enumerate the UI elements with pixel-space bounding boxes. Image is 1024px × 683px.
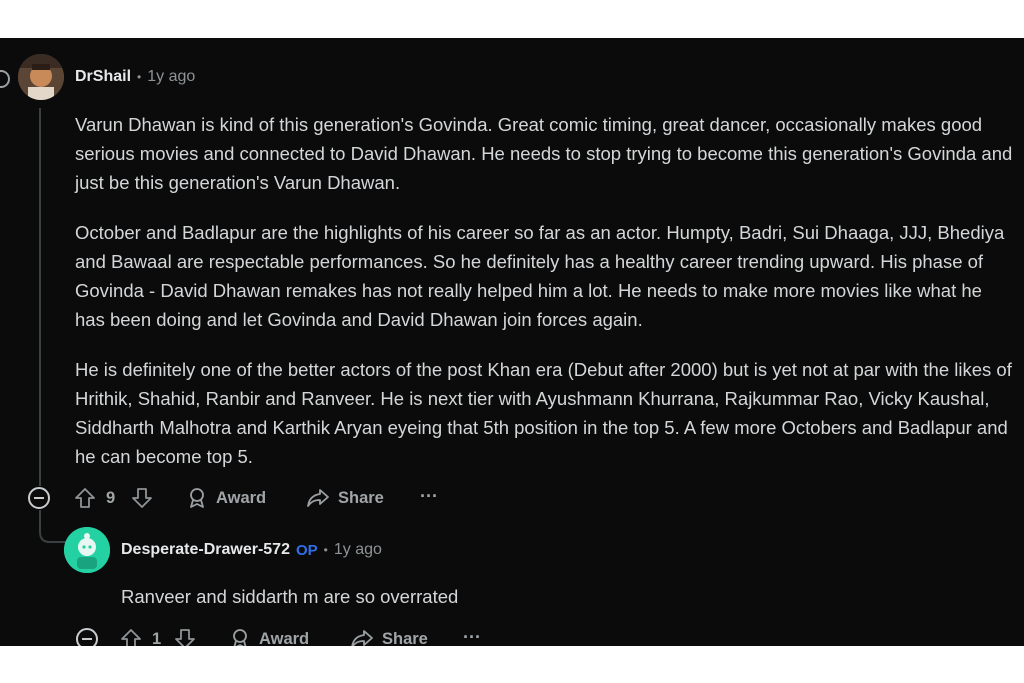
comment-paragraph: Varun Dhawan is kind of this generation'… <box>75 114 1013 193</box>
reply-more-options-button[interactable]: ··· <box>463 627 481 646</box>
comment-header: DrShail • 1y ago <box>75 68 195 86</box>
op-badge: OP <box>295 541 318 559</box>
upvote-icon <box>75 488 95 508</box>
collapse-icon <box>28 487 50 509</box>
comment-paragraph: He is definitely one of the better actor… <box>75 359 1012 467</box>
downvote-icon <box>175 629 195 646</box>
meta-separator: • <box>137 70 142 84</box>
reply-username[interactable]: Desperate-Drawer-572 <box>121 541 290 559</box>
award-icon <box>233 629 247 646</box>
username[interactable]: DrShail <box>75 68 131 86</box>
reply-text: Ranveer and siddarth m are so overrated <box>121 586 459 607</box>
downvote-icon <box>132 488 152 508</box>
award-label: Award <box>216 488 267 507</box>
thread-line[interactable] <box>39 108 41 486</box>
reply-upvote-button[interactable] <box>120 628 142 646</box>
reply-collapse-button[interactable] <box>75 627 99 646</box>
award-icon <box>190 488 204 508</box>
collapse-button[interactable] <box>27 486 51 510</box>
downvote-button[interactable] <box>131 487 153 509</box>
reply-connector <box>39 510 66 543</box>
reply-avatar[interactable] <box>64 527 110 573</box>
upvote-button[interactable] <box>74 487 96 509</box>
collapse-icon <box>76 628 98 646</box>
comment-body: Varun Dhawan is kind of this generation'… <box>75 110 1015 471</box>
timestamp[interactable]: 1y ago <box>147 68 195 86</box>
award-label: Award <box>259 629 310 647</box>
share-icon <box>351 630 373 646</box>
parent-collapse-edge <box>0 70 10 88</box>
reply-share-button[interactable]: Share <box>350 628 428 646</box>
meta-separator: • <box>323 543 328 557</box>
vote-count: 9 <box>106 489 116 507</box>
upvote-icon <box>121 629 141 646</box>
award-button[interactable]: Award <box>186 487 266 509</box>
share-button[interactable]: Share <box>306 487 384 509</box>
avatar[interactable] <box>18 54 64 100</box>
comment-paragraph: October and Badlapur are the highlights … <box>75 222 1005 330</box>
reply-downvote-button[interactable] <box>174 628 196 646</box>
share-icon <box>307 489 329 507</box>
reply-header: Desperate-Drawer-572 OP • 1y ago <box>121 541 382 559</box>
share-label: Share <box>382 629 428 647</box>
reply-award-button[interactable]: Award <box>229 628 309 646</box>
reply-vote-count: 1 <box>152 630 162 646</box>
reply-timestamp[interactable]: 1y ago <box>334 541 382 559</box>
more-options-button[interactable]: ··· <box>420 486 438 507</box>
comment-thread: DrShail • 1y ago Varun Dhawan is kind of… <box>0 38 1024 646</box>
share-label: Share <box>338 488 384 507</box>
